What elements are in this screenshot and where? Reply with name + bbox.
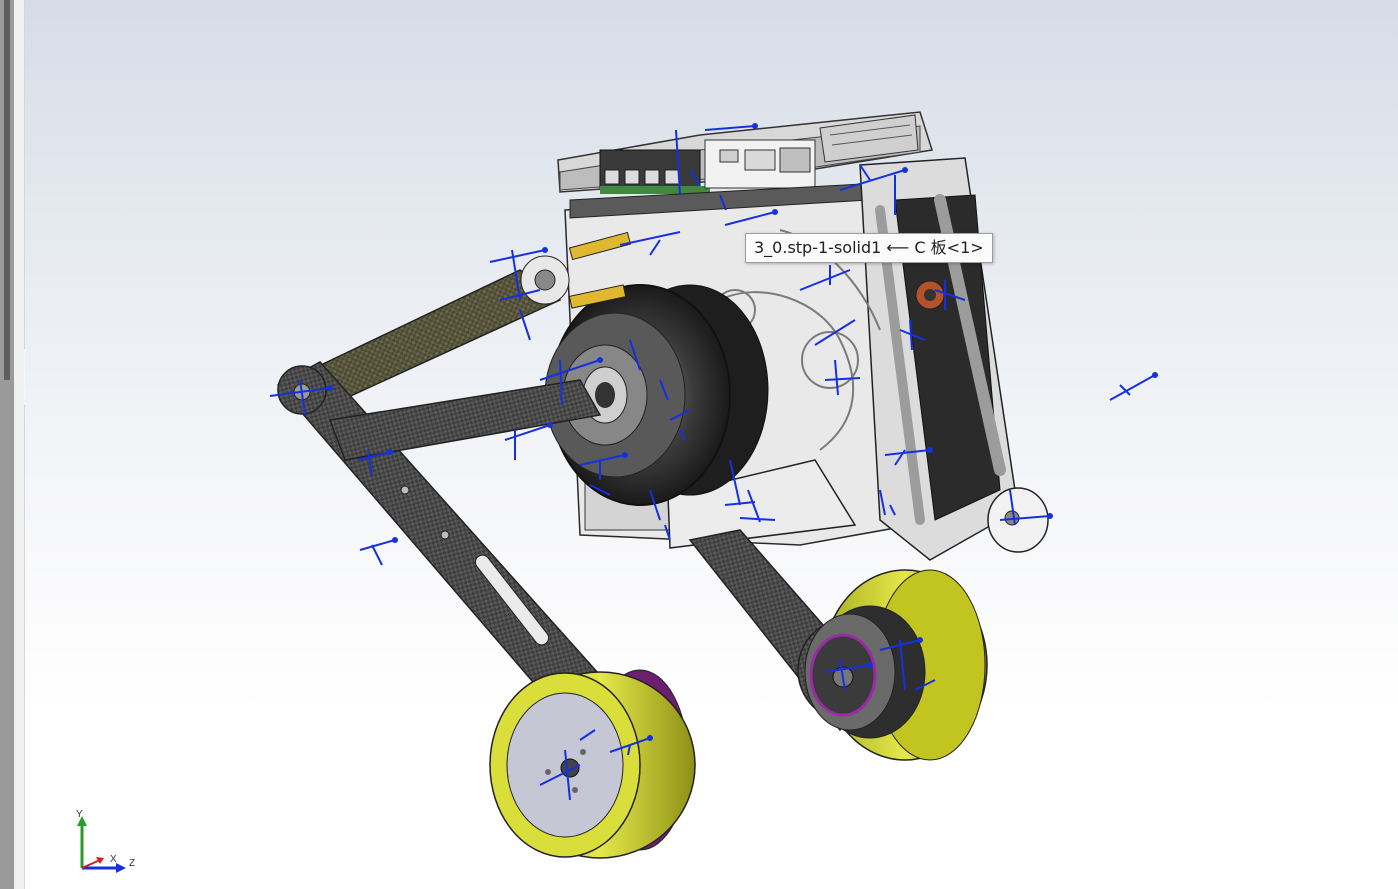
feature-tree-scrollbar[interactable] <box>0 0 14 889</box>
scrollbar-thumb[interactable] <box>4 0 10 380</box>
left-panel-edge <box>14 0 25 889</box>
triad-y-label: Y <box>76 809 83 820</box>
cad-application-window: 3_0.stp-1-solid1 ⟵ C 板<1> Y X Z <box>0 0 1398 889</box>
hover-tooltip: 3_0.stp-1-solid1 ⟵ C 板<1> <box>745 233 993 263</box>
right-wheel <box>804 569 988 761</box>
triad-x-label: X <box>110 854 117 865</box>
view-orientation-triad: Y X Z <box>66 808 146 878</box>
graphics-viewport[interactable]: 3_0.stp-1-solid1 ⟵ C 板<1> <box>25 0 1398 889</box>
3d-model-render[interactable] <box>25 0 1398 889</box>
left-wheel <box>489 669 696 859</box>
triad-z-label: Z <box>129 858 136 869</box>
